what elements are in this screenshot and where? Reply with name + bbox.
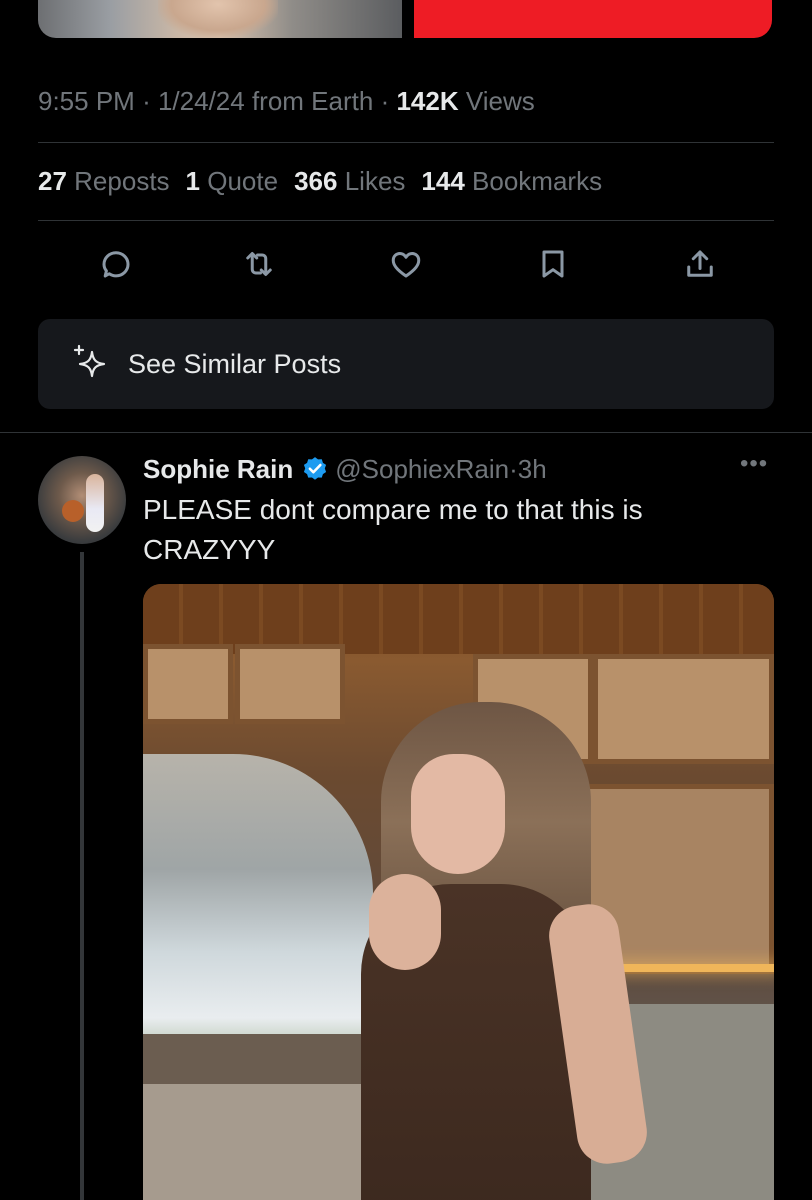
reposts-stat[interactable]: 27 Reposts [38,166,170,198]
display-name[interactable]: Sophie Rain [143,454,293,485]
photo-wall-panel [593,654,774,764]
reposts-count: 27 [38,166,67,196]
divider [0,432,812,433]
reply-photo[interactable] [143,584,774,1200]
quotes-label: Quote [207,166,279,196]
reply-text: PLEASE dont compare me to that this is C… [143,494,643,565]
share-button[interactable] [676,240,724,288]
photo-wall-panel [235,644,345,724]
reply-timestamp[interactable]: 3h [518,454,547,485]
meta-separator: · [142,86,151,116]
likes-count: 366 [294,166,338,196]
reply-button[interactable] [92,240,140,288]
avatar[interactable] [38,456,126,544]
sparkle-icon [68,342,112,386]
photo-person-face [411,754,505,874]
photo-person-shoulder [369,874,441,970]
post-stats: 27 Reposts 1 Quote 366 Likes 144 Bookmar… [38,166,602,198]
meta-separator: · [509,453,518,484]
post-time: 9:55 PM [38,86,135,116]
views-label[interactable]: Views [466,86,535,116]
divider [38,142,774,143]
reply-icon [102,251,130,278]
see-similar-posts-label: See Similar Posts [128,348,342,379]
quotes-count: 1 [185,166,201,196]
user-handle[interactable]: @SophiexRain [335,454,509,485]
action-bar [38,240,774,288]
reply-header: Sophie Rain @SophiexRain · 3h [143,452,547,486]
thread-line [80,552,84,1200]
bookmark-button[interactable] [529,240,577,288]
see-similar-posts-button[interactable]: See Similar Posts [38,319,774,409]
previous-post-photo[interactable] [38,0,402,38]
bookmarks-count: 144 [421,166,465,196]
tweet-detail-page: 9:55 PM · 1/24/24 from Earth · 142K View… [0,0,812,1200]
quotes-stat[interactable]: 1 Quote [186,166,279,198]
previous-post-media[interactable] [38,0,772,38]
post-date: 1/24/24 [157,86,245,116]
bookmark-icon [542,250,564,278]
reposts-label: Reposts [74,166,170,196]
photo-wall-panel [143,644,233,724]
photo-light-strip [603,964,774,972]
share-icon [687,250,713,277]
like-icon [391,252,421,278]
views-count[interactable]: 142K [396,86,458,116]
verified-badge-icon [304,457,327,480]
repost-button[interactable] [235,240,283,288]
post-source: from Earth [251,86,374,116]
divider [38,220,774,221]
likes-stat[interactable]: 366 Likes [294,166,405,198]
meta-separator: · [380,86,390,116]
more-options-icon[interactable]: ••• [740,452,770,482]
bookmarks-stat[interactable]: 144 Bookmarks [421,166,602,198]
repost-icon [246,252,272,276]
likes-label: Likes [344,166,406,196]
post-meta: 9:55 PM · 1/24/24 from Earth · 142K View… [38,86,535,118]
like-button[interactable] [382,240,430,288]
bookmarks-label: Bookmarks [472,166,603,196]
redacted-block [414,0,772,38]
